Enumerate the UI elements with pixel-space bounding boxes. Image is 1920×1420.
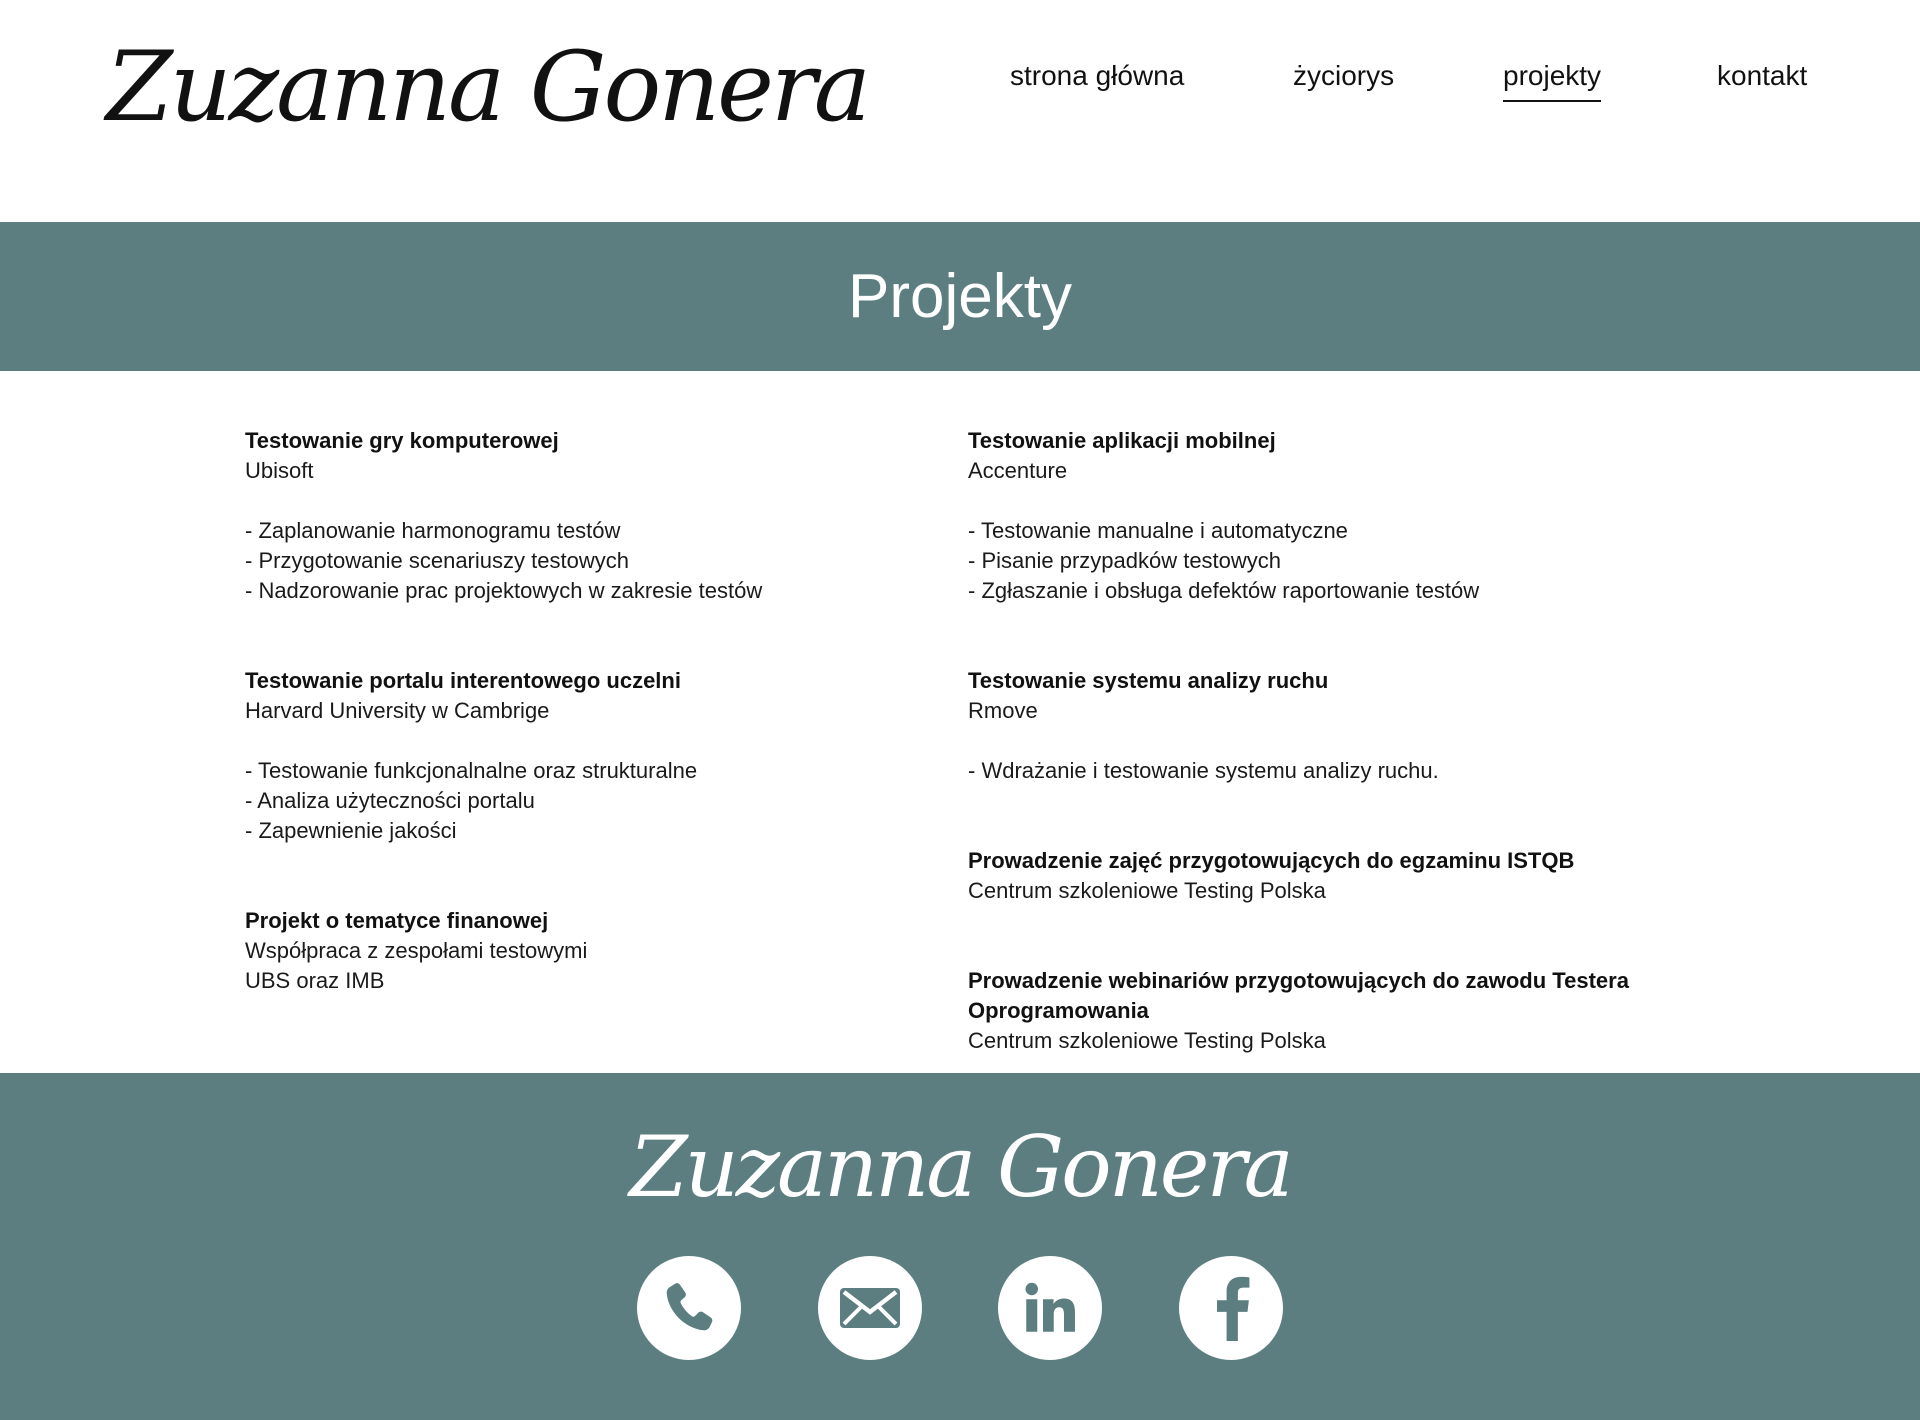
project-company: Centrum szkoleniowe Testing Polska xyxy=(968,1028,1326,1053)
linkedin-icon[interactable] xyxy=(998,1256,1102,1360)
project-item: Testowanie systemu analizy ruchu Rmove -… xyxy=(968,666,1728,786)
project-company: Accenture xyxy=(968,458,1068,483)
mail-icon[interactable] xyxy=(818,1256,922,1360)
project-company: Rmove xyxy=(968,698,1038,723)
project-item: Projekt o tematyce finanowej Współpraca … xyxy=(245,906,1005,996)
page-title: Projekty xyxy=(848,262,1072,331)
project-task: - Nadzorowanie prac projektowych w zakre… xyxy=(245,578,763,603)
nav-item-cv[interactable]: życiorys xyxy=(1293,60,1394,100)
project-title: Testowanie portalu interentowego uczelni xyxy=(245,668,681,693)
project-task: - Testowanie manualne i automatyczne xyxy=(968,518,1348,543)
project-task: - Zapewnienie jakości xyxy=(245,818,457,843)
nav-item-contact[interactable]: kontakt xyxy=(1717,60,1807,100)
project-title: Projekt o tematyce finanowej xyxy=(245,908,549,933)
project-task: - Zaplanowanie harmonogramu testów xyxy=(245,518,621,543)
project-title: Prowadzenie webinariów przygotowujących … xyxy=(968,968,1629,1023)
site-header: Zuzanna Gonera strona główna życiorys pr… xyxy=(0,0,1920,222)
main-nav: strona główna życiorys projekty kontakt xyxy=(0,60,1920,120)
projects-column-left: Testowanie gry komputerowej Ubisoft - Za… xyxy=(245,426,1005,1056)
project-title: Testowanie systemu analizy ruchu xyxy=(968,668,1329,693)
project-company: UBS oraz IMB xyxy=(245,968,385,993)
project-company: Ubisoft xyxy=(245,458,314,483)
project-title: Prowadzenie zajęć przygotowujących do eg… xyxy=(968,848,1575,873)
project-task: - Zgłaszanie i obsługa defektów raportow… xyxy=(968,578,1480,603)
projects-column-right: Testowanie aplikacji mobilnej Accenture … xyxy=(968,426,1728,1056)
project-item: Testowanie gry komputerowej Ubisoft - Za… xyxy=(245,426,1005,606)
phone-icon[interactable] xyxy=(637,1256,741,1360)
project-title: Testowanie aplikacji mobilnej xyxy=(968,428,1276,453)
projects-section: Testowanie gry komputerowej Ubisoft - Za… xyxy=(0,371,1920,1073)
project-company: Harvard University w Cambrige xyxy=(245,698,550,723)
nav-item-projects[interactable]: projekty xyxy=(1503,60,1602,102)
project-title: Testowanie gry komputerowej xyxy=(245,428,559,453)
site-footer: Zuzanna Gonera xyxy=(0,1073,1920,1420)
footer-logo: Zuzanna Gonera xyxy=(629,1118,1294,1216)
project-company: Centrum szkoleniowe Testing Polska xyxy=(968,878,1326,903)
page-title-banner: Projekty xyxy=(0,222,1920,371)
project-task: - Testowanie funkcjonalnalne oraz strukt… xyxy=(245,758,698,783)
project-task: - Pisanie przypadków testowych xyxy=(968,548,1282,573)
project-item: Testowanie portalu interentowego uczelni… xyxy=(245,666,1005,846)
project-company: Współpraca z zespołami testowymi xyxy=(245,938,588,963)
project-task: - Przygotowanie scenariuszy testowych xyxy=(245,548,629,573)
project-item: Prowadzenie zajęć przygotowujących do eg… xyxy=(968,846,1728,906)
nav-item-home[interactable]: strona główna xyxy=(1010,60,1184,100)
project-item: Testowanie aplikacji mobilnej Accenture … xyxy=(968,426,1728,606)
facebook-icon[interactable] xyxy=(1179,1256,1283,1360)
project-task: - Wdrażanie i testowanie systemu analizy… xyxy=(968,758,1439,783)
project-item: Prowadzenie webinariów przygotowujących … xyxy=(968,966,1728,1056)
project-task: - Analiza użyteczności portalu xyxy=(245,788,535,813)
